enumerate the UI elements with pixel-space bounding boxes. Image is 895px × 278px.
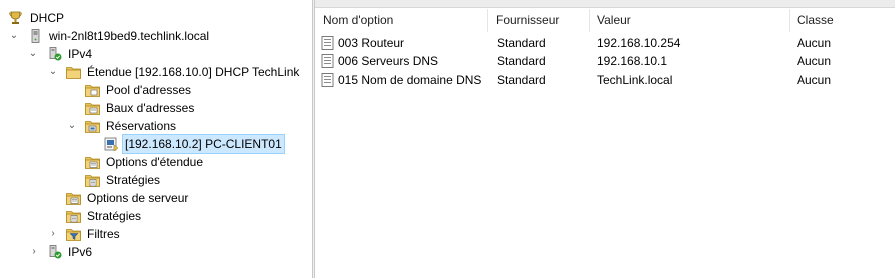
filters-icon [66,229,81,241]
address-pool-icon [85,85,100,97]
column-header-option-name[interactable]: Nom d'option [323,9,483,32]
option-icon [321,54,334,68]
tree-label-reservation-item: [192.168.10.2] PC-CLIENT01 [122,134,285,154]
address-leases-icon [85,103,100,115]
reservation-client-icon [104,137,119,151]
chevron-down-icon[interactable]: ⌄ [48,63,58,81]
tree-label-scope-policies: Stratégies [106,173,161,187]
tree-item-ipv4[interactable]: ⌄ IPv4 [0,45,310,63]
cell-vendor: Standard [497,73,546,87]
cell-value: TechLink.local [597,73,673,87]
tree-label-reservations: Réservations [106,119,177,133]
column-header-value[interactable]: Valeur [597,9,787,32]
chevron-right-icon[interactable]: › [29,243,39,261]
option-icon [321,73,334,87]
tree-item-leases[interactable]: Baux d'adresses [0,99,310,117]
tree-label-filters: Filtres [87,227,120,241]
tree-label-ipv6: IPv6 [68,245,93,259]
tree-item-server[interactable]: ⌄ win-2nl8t19bed9.techlink.local [0,27,310,45]
chevron-down-icon[interactable]: ⌄ [9,27,19,45]
tree-label-dhcp: DHCP [30,11,65,25]
reservations-icon [85,121,100,133]
server-icon [31,29,40,43]
column-header-vendor[interactable]: Fournisseur [496,9,586,32]
tree-item-dhcp[interactable]: DHCP [0,9,310,27]
tree-label-ipv4: IPv4 [68,47,93,61]
cell-vendor: Standard [497,54,546,68]
cell-class: Aucun [797,73,832,87]
tree-label-server: win-2nl8t19bed9.techlink.local [49,29,210,43]
cell-class: Aucun [797,54,832,68]
dhcp-icon [9,11,22,24]
cell-value: 192.168.10.1 [597,54,668,68]
ipv6-icon [49,245,62,259]
tree-item-reservation-pc-client01[interactable]: [192.168.10.2] PC-CLIENT01 [0,134,310,154]
cell-option-name: 003 Routeur [338,36,405,50]
options-list[interactable]: Nom d'option Fournisseur Valeur Classe 0… [315,9,895,278]
tree-item-scope-policies[interactable]: Stratégies [0,171,310,189]
console-tree[interactable]: DHCP ⌄ win-2nl8t19bed9.techlink.local ⌄ … [0,9,312,278]
policies-icon [66,211,81,223]
chevron-right-icon[interactable]: › [48,225,58,243]
option-icon [321,36,334,50]
column-header-class[interactable]: Classe [797,9,887,32]
cell-vendor: Standard [497,36,546,50]
cell-option-name: 015 Nom de domaine DNS [338,73,482,87]
folder-icon [66,67,81,79]
server-options-icon [66,193,81,205]
policies-icon [85,175,100,187]
cell-class: Aucun [797,36,832,50]
ipv4-icon [49,47,62,61]
tree-item-ipv6[interactable]: › IPv6 [0,243,310,261]
chevron-down-icon[interactable]: ⌄ [67,117,77,135]
tree-label-scope-options: Options d'étendue [106,155,204,169]
tree-label-server-policies: Stratégies [87,209,142,223]
tree-label-leases: Baux d'adresses [106,101,195,115]
tree-item-scope-options[interactable]: Options d'étendue [0,153,310,171]
cell-value: 192.168.10.254 [597,36,681,50]
tree-label-server-options: Options de serveur [87,191,189,205]
tree-item-pool[interactable]: Pool d'adresses [0,81,310,99]
tree-label-scope: Étendue [192.168.10.0] DHCP TechLink [87,65,300,79]
tree-item-reservations[interactable]: ⌄ Réservations [0,117,310,135]
scope-options-icon [85,157,100,169]
tree-item-server-policies[interactable]: Stratégies [0,207,310,225]
tree-item-scope[interactable]: ⌄ Étendue [192.168.10.0] DHCP TechLink [0,63,310,81]
tree-label-pool: Pool d'adresses [106,83,192,97]
tree-item-server-options[interactable]: Options de serveur [0,189,310,207]
tree-item-filters[interactable]: › Filtres [0,225,310,243]
cell-option-name: 006 Serveurs DNS [338,54,439,68]
chevron-down-icon[interactable]: ⌄ [28,45,38,63]
